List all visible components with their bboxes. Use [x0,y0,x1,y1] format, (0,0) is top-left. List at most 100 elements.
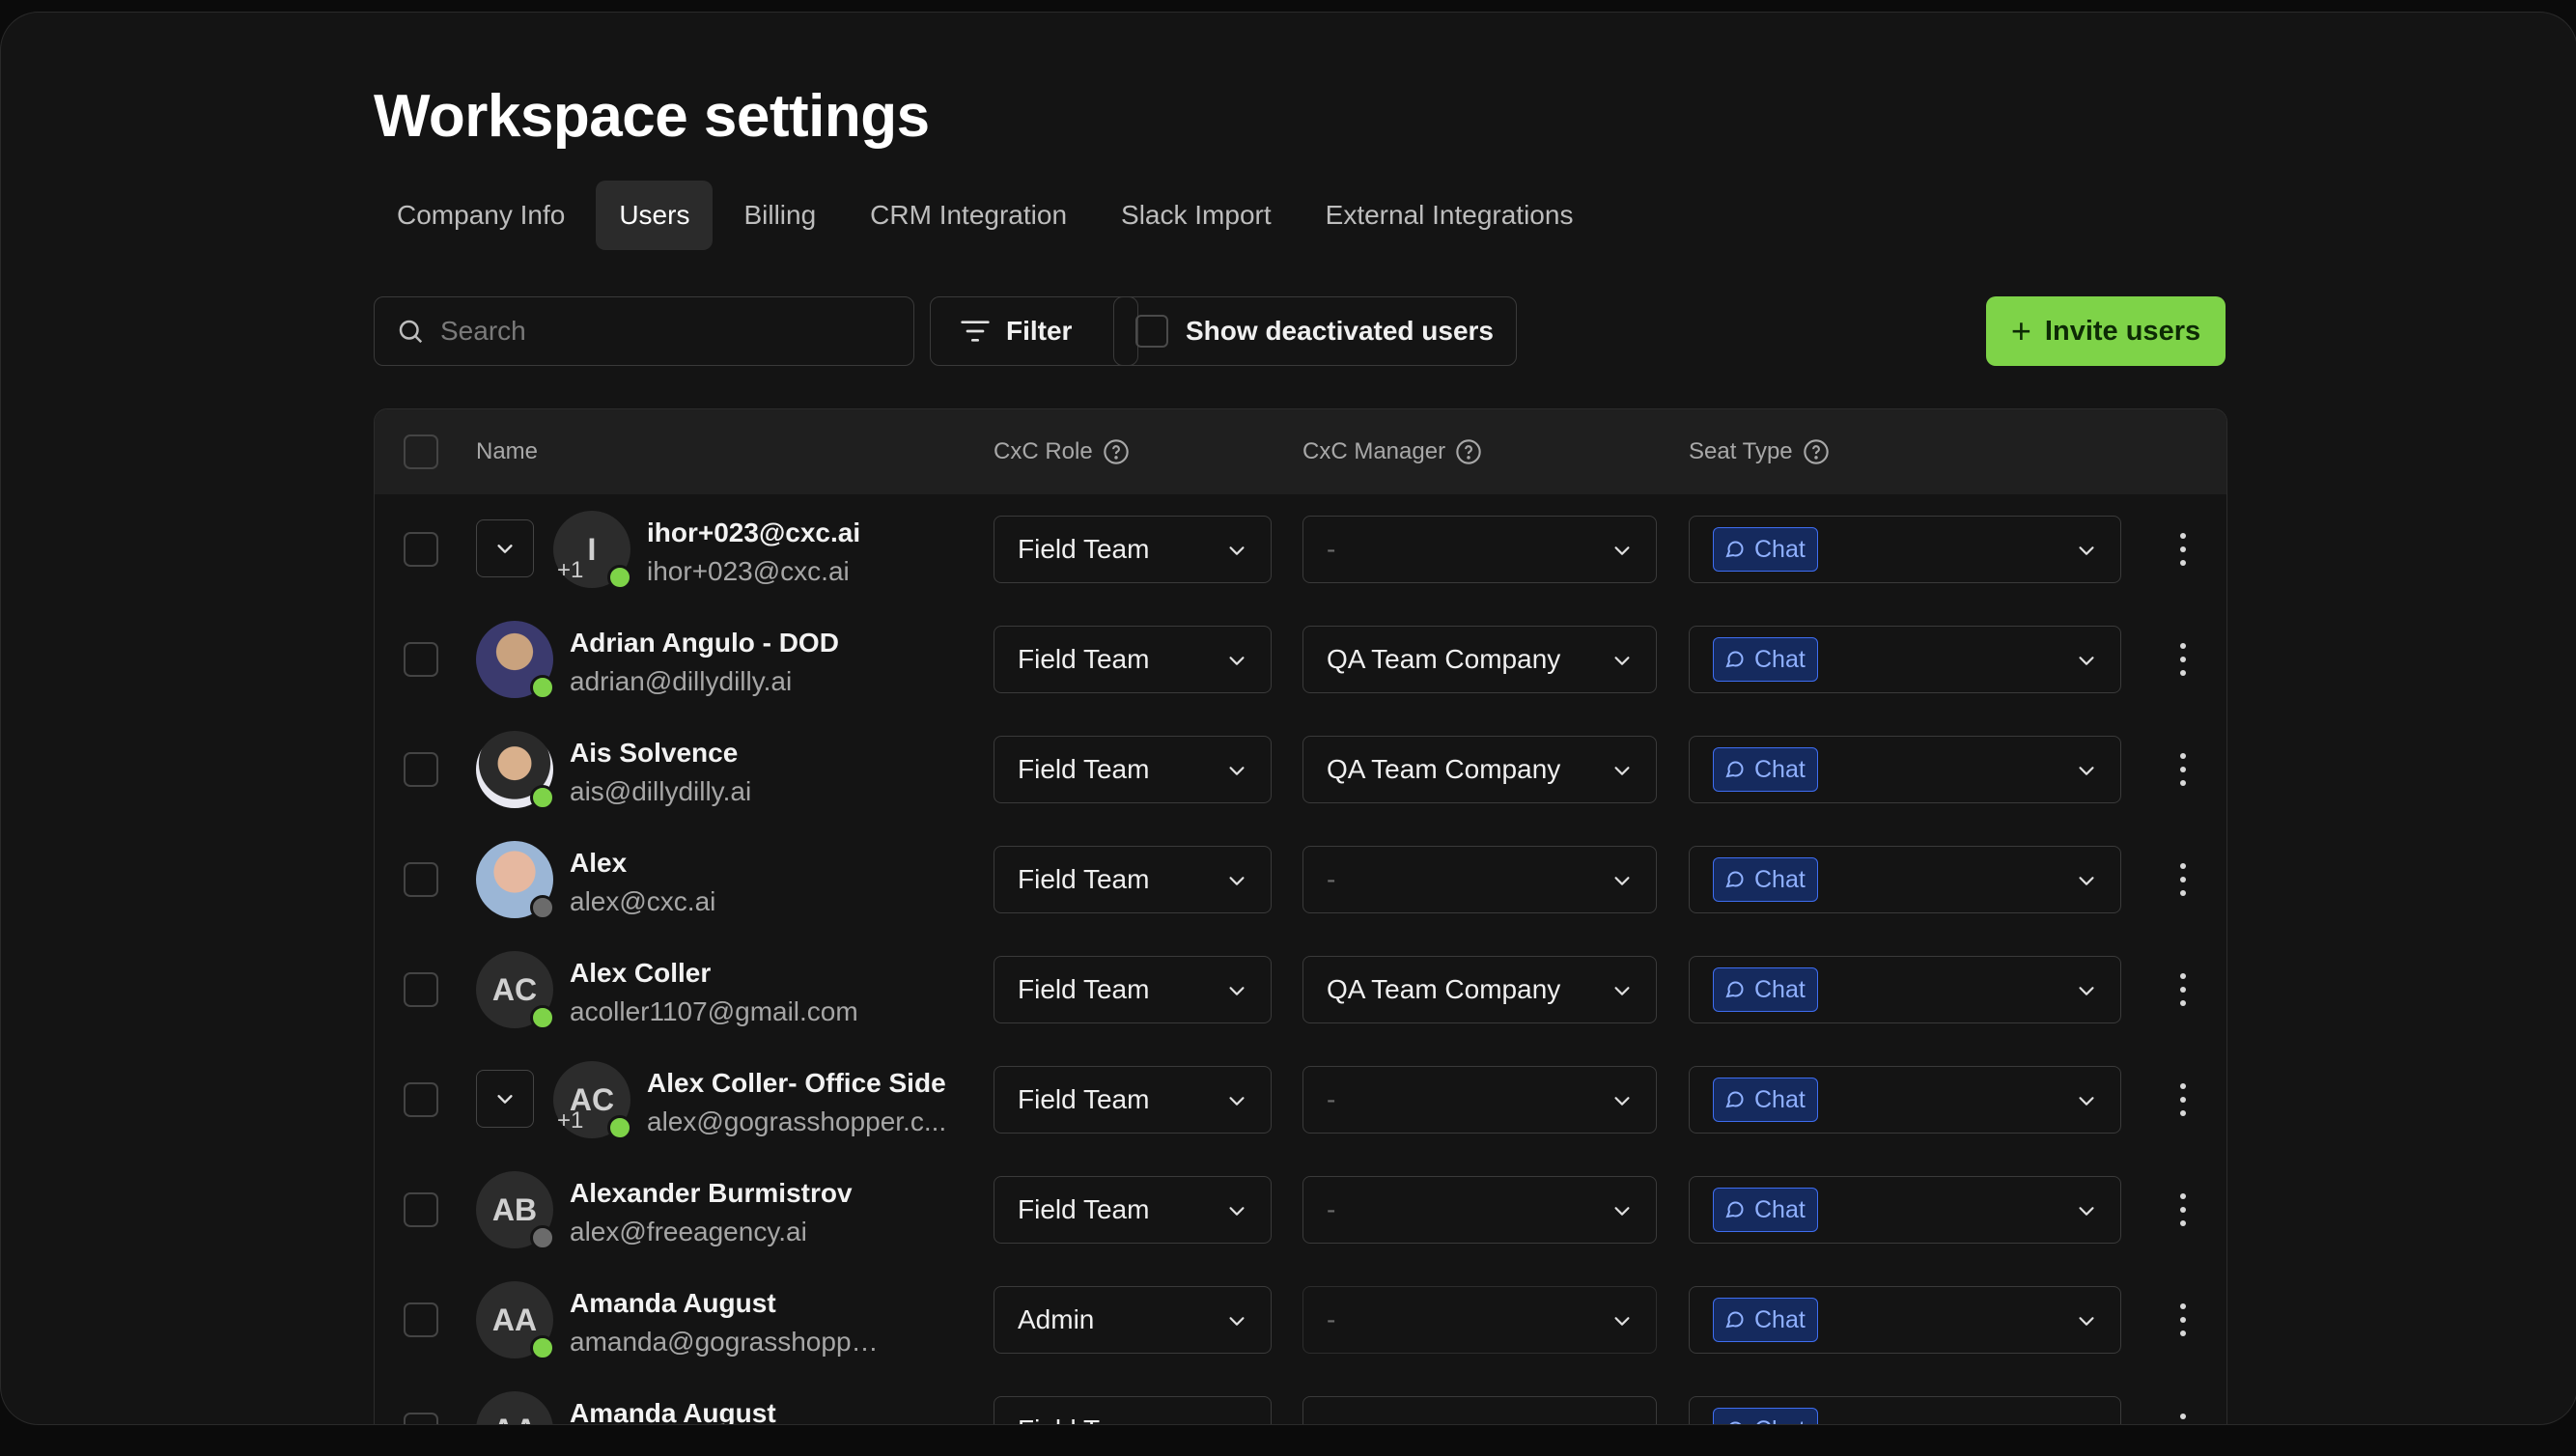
show-deactivated-toggle[interactable]: Show deactivated users [1113,296,1517,366]
row-checkbox[interactable] [404,532,438,567]
user-name: Amanda August [570,1398,776,1425]
role-select[interactable]: Field Team [994,1396,1272,1424]
manager-select[interactable]: - [1302,846,1657,913]
role-value: Field Team [1018,1084,1150,1114]
more-options-icon[interactable] [2176,1414,2190,1424]
manager-select[interactable]: - [1302,1176,1657,1244]
manager-select[interactable]: QA Team Company [1302,736,1657,803]
tab-crm-integration[interactable]: CRM Integration [847,181,1090,250]
seat-type-select[interactable]: Chat [1689,516,2121,583]
role-value: Field Team [1018,1414,1149,1424]
select-all-checkbox[interactable] [404,434,438,469]
column-role-label: CxC Role [994,438,1093,464]
status-indicator [607,565,632,590]
manager-select[interactable]: QA Team Company [1302,956,1657,1023]
seat-type-select[interactable]: Chat [1689,626,2121,693]
tab-billing[interactable]: Billing [720,181,839,250]
avatar-initials: AC [491,971,538,1007]
help-icon[interactable] [1103,438,1130,465]
manager-select[interactable]: - [1302,1066,1657,1134]
role-select[interactable]: Field Team [994,1176,1272,1244]
manager-select[interactable]: - [1302,1396,1657,1424]
chevron-down-icon [2079,1097,2094,1106]
chevron-down-icon [2079,767,2094,775]
manager-select[interactable]: - [1302,516,1657,583]
role-select[interactable]: Field Team [994,736,1272,803]
avatar: AA [476,1391,553,1424]
status-indicator [530,895,555,920]
seat-type-select[interactable]: Chat [1689,956,2121,1023]
role-select[interactable]: Field Team [994,516,1272,583]
role-value: Field Team [1018,644,1150,674]
seat-type-badge: Chat [1713,967,1818,1012]
table-row: AB Alexander Burmistrov alex@freeagency.… [375,1155,2226,1266]
user-email: adrian@dillydilly.ai [570,666,793,696]
row-checkbox[interactable] [404,972,438,1007]
manager-value: - [1327,1194,1336,1224]
row-checkbox[interactable] [404,1082,438,1117]
extra-accounts-count: +1 [557,557,584,583]
seat-type-select[interactable]: Chat [1689,1176,2121,1244]
seat-type-select[interactable]: Chat [1689,1286,2121,1354]
show-deactivated-checkbox[interactable] [1135,315,1168,348]
row-checkbox[interactable] [404,642,438,677]
seat-type-label: Chat [1754,1085,1806,1113]
tab-external-integrations[interactable]: External Integrations [1302,181,1597,250]
filter-button[interactable]: Filter [930,296,1138,366]
expand-button[interactable] [476,1070,534,1128]
more-options-icon[interactable] [2176,753,2190,786]
role-value: Field Team [1018,864,1150,894]
row-checkbox[interactable] [404,1192,438,1227]
manager-value: QA Team Company [1327,754,1561,784]
manager-value: - [1327,1304,1336,1334]
help-icon[interactable] [1455,438,1482,465]
row-checkbox[interactable] [404,1413,438,1424]
chevron-down-icon [1614,1317,1630,1326]
more-options-icon[interactable] [2176,1303,2190,1336]
manager-select[interactable]: QA Team Company [1302,626,1657,693]
user-name: Alex Coller [570,958,712,988]
seat-type-select[interactable]: Chat [1689,846,2121,913]
expand-button[interactable] [476,519,534,577]
seat-type-label: Chat [1754,645,1806,673]
seat-type-select[interactable]: Chat [1689,736,2121,803]
seat-type-select[interactable]: Chat [1689,1396,2121,1424]
row-checkbox[interactable] [404,752,438,787]
tab-company-info[interactable]: Company Info [374,181,588,250]
column-seat-label: Seat Type [1689,438,1793,464]
user-name: Alex [570,848,628,878]
role-select[interactable]: Field Team [994,846,1272,913]
more-options-icon[interactable] [2176,1083,2190,1116]
seat-type-label: Chat [1754,755,1806,783]
more-options-icon[interactable] [2176,863,2190,896]
chevron-down-icon [1614,987,1630,995]
table-header: Name CxC Role CxC Manager Seat Type [375,409,2226,495]
user-email: ais@dillydilly.ai [570,776,752,806]
role-select[interactable]: Field Team [994,626,1272,693]
row-checkbox[interactable] [404,1302,438,1337]
search-input[interactable] [438,315,886,348]
role-select[interactable]: Admin [994,1286,1272,1354]
seat-type-badge: Chat [1713,527,1818,572]
chevron-down-icon [1229,1317,1245,1326]
invite-users-button[interactable]: + Invite users [1986,296,2226,366]
help-icon[interactable] [1803,438,1830,465]
more-options-icon[interactable] [2176,643,2190,676]
more-options-icon[interactable] [2176,1193,2190,1226]
chevron-down-icon [1614,767,1630,775]
chevron-down-icon [2079,1207,2094,1216]
table-row: Adrian Angulo - DOD adrian@dillydilly.ai… [375,604,2226,715]
row-checkbox[interactable] [404,862,438,897]
tab-slack-import[interactable]: Slack Import [1098,181,1295,250]
table-row: AA Amanda August Field Team - Chat [375,1375,2226,1425]
avatar [476,841,555,920]
user-email: amanda@gograsshopper.com [570,1327,888,1357]
more-options-icon[interactable] [2176,533,2190,566]
role-select[interactable]: Field Team [994,956,1272,1023]
more-options-icon[interactable] [2176,973,2190,1006]
seat-type-select[interactable]: Chat [1689,1066,2121,1134]
app-window: Workspace settings Company Info Users Bi… [0,12,2576,1425]
seat-type-badge: Chat [1713,747,1818,792]
tab-users[interactable]: Users [596,181,714,250]
role-select[interactable]: Field Team [994,1066,1272,1134]
